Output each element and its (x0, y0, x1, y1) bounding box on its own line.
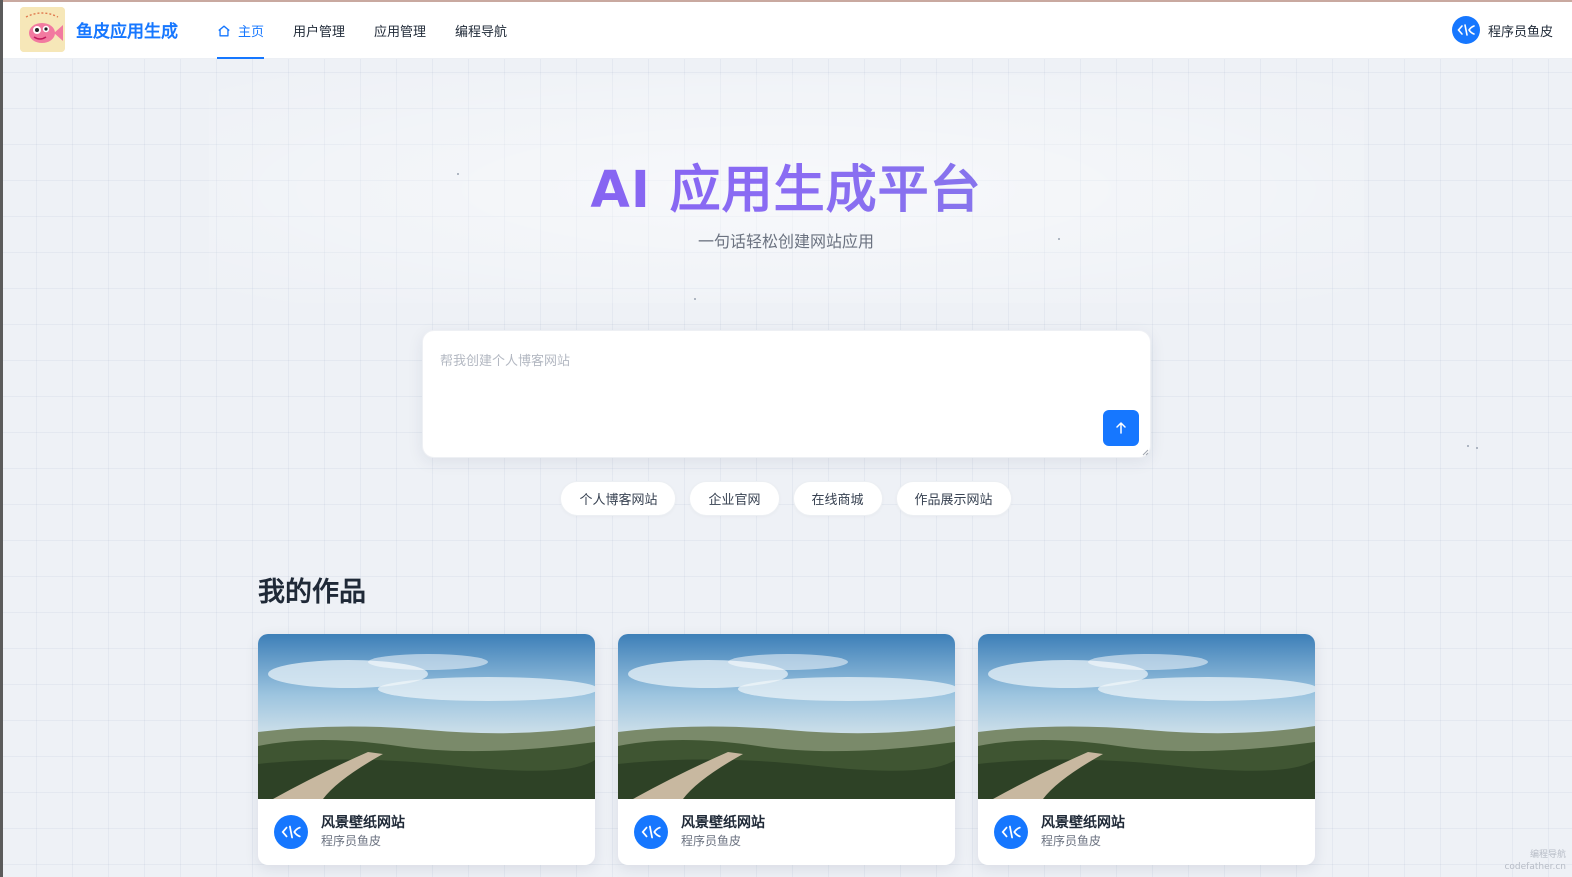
suggestion-chip[interactable]: 个人博客网站 (560, 481, 677, 516)
avatar (274, 815, 308, 849)
suggestion-chip[interactable]: 在线商城 (792, 481, 883, 516)
watermark: 编程导航 codefather.cn (1504, 849, 1566, 873)
top-header: 鱼皮应用生成 主页 用户管理 应用管理 编程导航 程序员鱼皮 (3, 2, 1572, 59)
work-card[interactable]: 风景壁纸网站 程序员鱼皮 (258, 634, 595, 865)
resize-grip-icon[interactable] (1141, 448, 1149, 456)
code-fish-icon (281, 825, 301, 839)
code-fish-icon (1457, 24, 1475, 36)
work-card-title: 风景壁纸网站 (321, 815, 405, 831)
home-icon (218, 25, 230, 36)
prompt-input[interactable] (440, 350, 1100, 440)
nav-item-user-management[interactable]: 用户管理 (293, 2, 345, 59)
user-name: 程序员鱼皮 (1487, 24, 1553, 40)
decor-dot (457, 173, 459, 175)
work-card[interactable]: 风景壁纸网站 程序员鱼皮 (618, 634, 955, 865)
suggestion-chip[interactable]: 企业官网 (689, 481, 780, 516)
window-left-edge (0, 0, 3, 877)
watermark-line: codefather.cn (1504, 862, 1566, 872)
decor-dot (1476, 447, 1478, 449)
work-card-meta: 风景壁纸网站 程序员鱼皮 (978, 799, 1315, 865)
brand-name[interactable]: 鱼皮应用生成 (76, 17, 178, 42)
main-nav: 主页 用户管理 应用管理 编程导航 (217, 2, 536, 59)
send-button[interactable] (1103, 410, 1139, 446)
watermark-line: 编程导航 (1529, 850, 1566, 860)
landscape-thumbnail (618, 634, 955, 799)
work-card-author: 程序员鱼皮 (681, 834, 742, 848)
nav-item-app-management[interactable]: 应用管理 (374, 2, 426, 59)
nav-item-label: 主页 (238, 25, 265, 40)
suggestion-chip[interactable]: 作品展示网站 (895, 481, 1012, 516)
fish-logo-icon (20, 7, 65, 52)
arrow-up-icon (1116, 422, 1126, 434)
work-card-author: 程序员鱼皮 (1041, 834, 1102, 848)
nav-item-home[interactable]: 主页 (217, 2, 265, 59)
brand-logo[interactable] (20, 7, 65, 52)
work-card[interactable]: 风景壁纸网站 程序员鱼皮 (978, 634, 1315, 865)
work-card-meta: 风景壁纸网站 程序员鱼皮 (258, 799, 595, 865)
nav-item-label: 用户管理 (293, 25, 346, 40)
code-fish-icon (641, 825, 661, 839)
hero-subtitle: 一句话轻松创建网站应用 (697, 232, 874, 251)
work-card-author: 程序员鱼皮 (321, 834, 382, 848)
code-fish-icon (1001, 825, 1021, 839)
decor-dot (1058, 238, 1060, 240)
avatar (634, 815, 668, 849)
avatar (994, 815, 1028, 849)
landscape-thumbnail (258, 634, 595, 799)
avatar[interactable] (1451, 16, 1480, 44)
work-card-title: 风景壁纸网站 (1041, 815, 1125, 831)
prompt-suggestions: 个人博客网站 企业官网 在线商城 作品展示网站 (0, 481, 1572, 516)
nav-item-label: 编程导航 (455, 25, 508, 40)
decor-dot (694, 298, 696, 300)
my-works-title: 我的作品 (258, 577, 366, 608)
hero-title: AI 应用生成平台 (0, 148, 1572, 222)
nav-item-coding-nav[interactable]: 编程导航 (455, 2, 507, 59)
nav-item-label: 应用管理 (374, 25, 427, 40)
decor-dot (1467, 445, 1469, 447)
work-card-meta: 风景壁纸网站 程序员鱼皮 (618, 799, 955, 865)
prompt-box (422, 330, 1151, 458)
works-grid: 风景壁纸网站 程序员鱼皮 风景壁纸网站 程序员鱼皮 风景壁纸网站 程序员鱼皮 (258, 634, 1315, 865)
work-card-title: 风景壁纸网站 (681, 815, 765, 831)
landscape-thumbnail (978, 634, 1315, 799)
user-menu[interactable]: 程序员鱼皮 (1451, 16, 1553, 44)
